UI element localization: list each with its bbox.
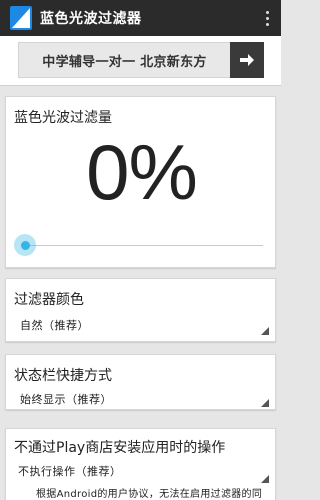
dropdown-corner-icon bbox=[261, 399, 269, 407]
app-title: 蓝色光波过滤器 bbox=[40, 11, 142, 27]
arrow-right-icon[interactable] bbox=[230, 42, 264, 78]
non-play-install-description: 根据Android的用户协议，无法在启用过滤器的同 bbox=[36, 489, 263, 500]
statusbar-shortcut-card[interactable]: 状态栏快捷方式 始终显示（推荐） bbox=[5, 354, 276, 410]
statusbar-shortcut-title: 状态栏快捷方式 bbox=[14, 368, 112, 384]
filter-amount-card: 蓝色光波过滤量 0% bbox=[5, 96, 276, 268]
app-filter-icon bbox=[10, 6, 32, 30]
filter-color-card[interactable]: 过滤器颜色 自然（推荐） bbox=[5, 278, 276, 342]
filter-amount-title: 蓝色光波过滤量 bbox=[14, 110, 112, 126]
filter-color-value[interactable]: 自然（推荐） bbox=[20, 317, 89, 333]
non-play-install-value[interactable]: 不执行操作（推荐） bbox=[18, 463, 122, 479]
ad-text[interactable]: 中学辅导一对一 北京新东方 bbox=[19, 51, 230, 70]
ad-box[interactable]: 中学辅导一对一 北京新东方 bbox=[18, 42, 264, 78]
filter-color-title: 过滤器颜色 bbox=[14, 292, 84, 308]
action-bar: 蓝色光波过滤器 bbox=[0, 0, 281, 36]
statusbar-shortcut-value[interactable]: 始终显示（推荐） bbox=[20, 391, 112, 407]
dropdown-corner-icon bbox=[261, 475, 269, 483]
overflow-menu-icon[interactable] bbox=[257, 0, 277, 36]
non-play-install-title: 不通过Play商店安装应用时的操作 bbox=[14, 440, 226, 456]
filter-amount-slider-track[interactable] bbox=[23, 245, 263, 246]
filter-amount-value: 0% bbox=[86, 128, 198, 216]
filter-amount-slider-thumb[interactable] bbox=[14, 234, 36, 256]
non-play-install-card[interactable]: 不通过Play商店安装应用时的操作 不执行操作（推荐） 根据Android的用户… bbox=[5, 428, 276, 500]
ad-banner: 中学辅导一对一 北京新东方 bbox=[0, 36, 281, 86]
dropdown-corner-icon bbox=[261, 327, 269, 335]
